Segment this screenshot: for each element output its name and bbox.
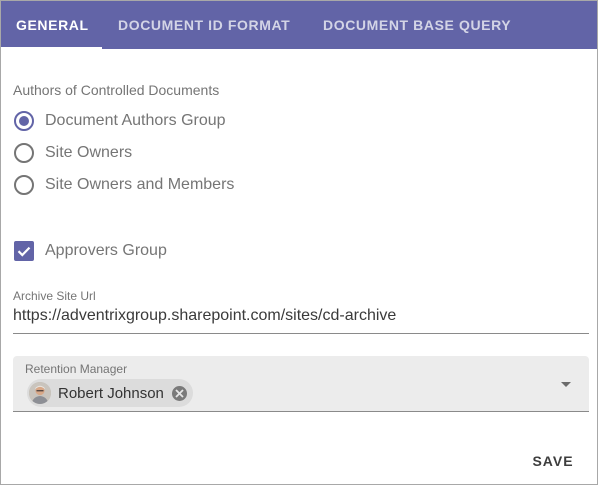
retention-manager-label: Retention Manager bbox=[25, 362, 128, 376]
approvers-group-checkbox[interactable] bbox=[14, 241, 34, 261]
settings-panel: GENERAL DOCUMENT ID FORMAT DOCUMENT BASE… bbox=[0, 0, 598, 485]
check-icon bbox=[17, 246, 31, 257]
radio-site-owners[interactable]: Site Owners bbox=[14, 141, 132, 165]
caret-down-icon[interactable] bbox=[561, 382, 571, 387]
radio-button[interactable] bbox=[14, 175, 34, 195]
authors-section-label: Authors of Controlled Documents bbox=[13, 82, 220, 98]
save-button[interactable]: SAVE bbox=[523, 445, 583, 477]
archive-site-url-input[interactable]: https://adventrixgroup.sharepoint.com/si… bbox=[13, 307, 396, 325]
retention-manager-picker[interactable]: Retention Manager Robert Johnson bbox=[13, 356, 589, 412]
tab-document-id-format[interactable]: DOCUMENT ID FORMAT bbox=[118, 1, 290, 49]
radio-document-authors-group[interactable]: Document Authors Group bbox=[14, 109, 226, 133]
radio-button-selected[interactable] bbox=[14, 111, 34, 131]
active-tab-indicator bbox=[1, 47, 102, 49]
radio-label: Site Owners bbox=[45, 144, 133, 161]
archive-site-url-label: Archive Site Url bbox=[13, 289, 96, 303]
approvers-group-checkbox-row[interactable]: Approvers Group bbox=[14, 239, 167, 263]
approvers-group-label: Approvers Group bbox=[45, 242, 167, 259]
tab-general[interactable]: GENERAL bbox=[16, 1, 89, 49]
archive-site-url-underline bbox=[13, 333, 589, 334]
tab-bar: GENERAL DOCUMENT ID FORMAT DOCUMENT BASE… bbox=[1, 1, 597, 49]
person-chip[interactable]: Robert Johnson bbox=[27, 379, 193, 407]
radio-button[interactable] bbox=[14, 143, 34, 163]
radio-label: Document Authors Group bbox=[45, 112, 226, 129]
radio-site-owners-and-members[interactable]: Site Owners and Members bbox=[14, 173, 234, 197]
radio-label: Site Owners and Members bbox=[45, 176, 235, 193]
person-name: Robert Johnson bbox=[58, 384, 164, 402]
tab-document-base-query[interactable]: DOCUMENT BASE QUERY bbox=[323, 1, 511, 49]
close-circle-icon[interactable] bbox=[171, 385, 187, 401]
user-avatar bbox=[29, 382, 51, 404]
